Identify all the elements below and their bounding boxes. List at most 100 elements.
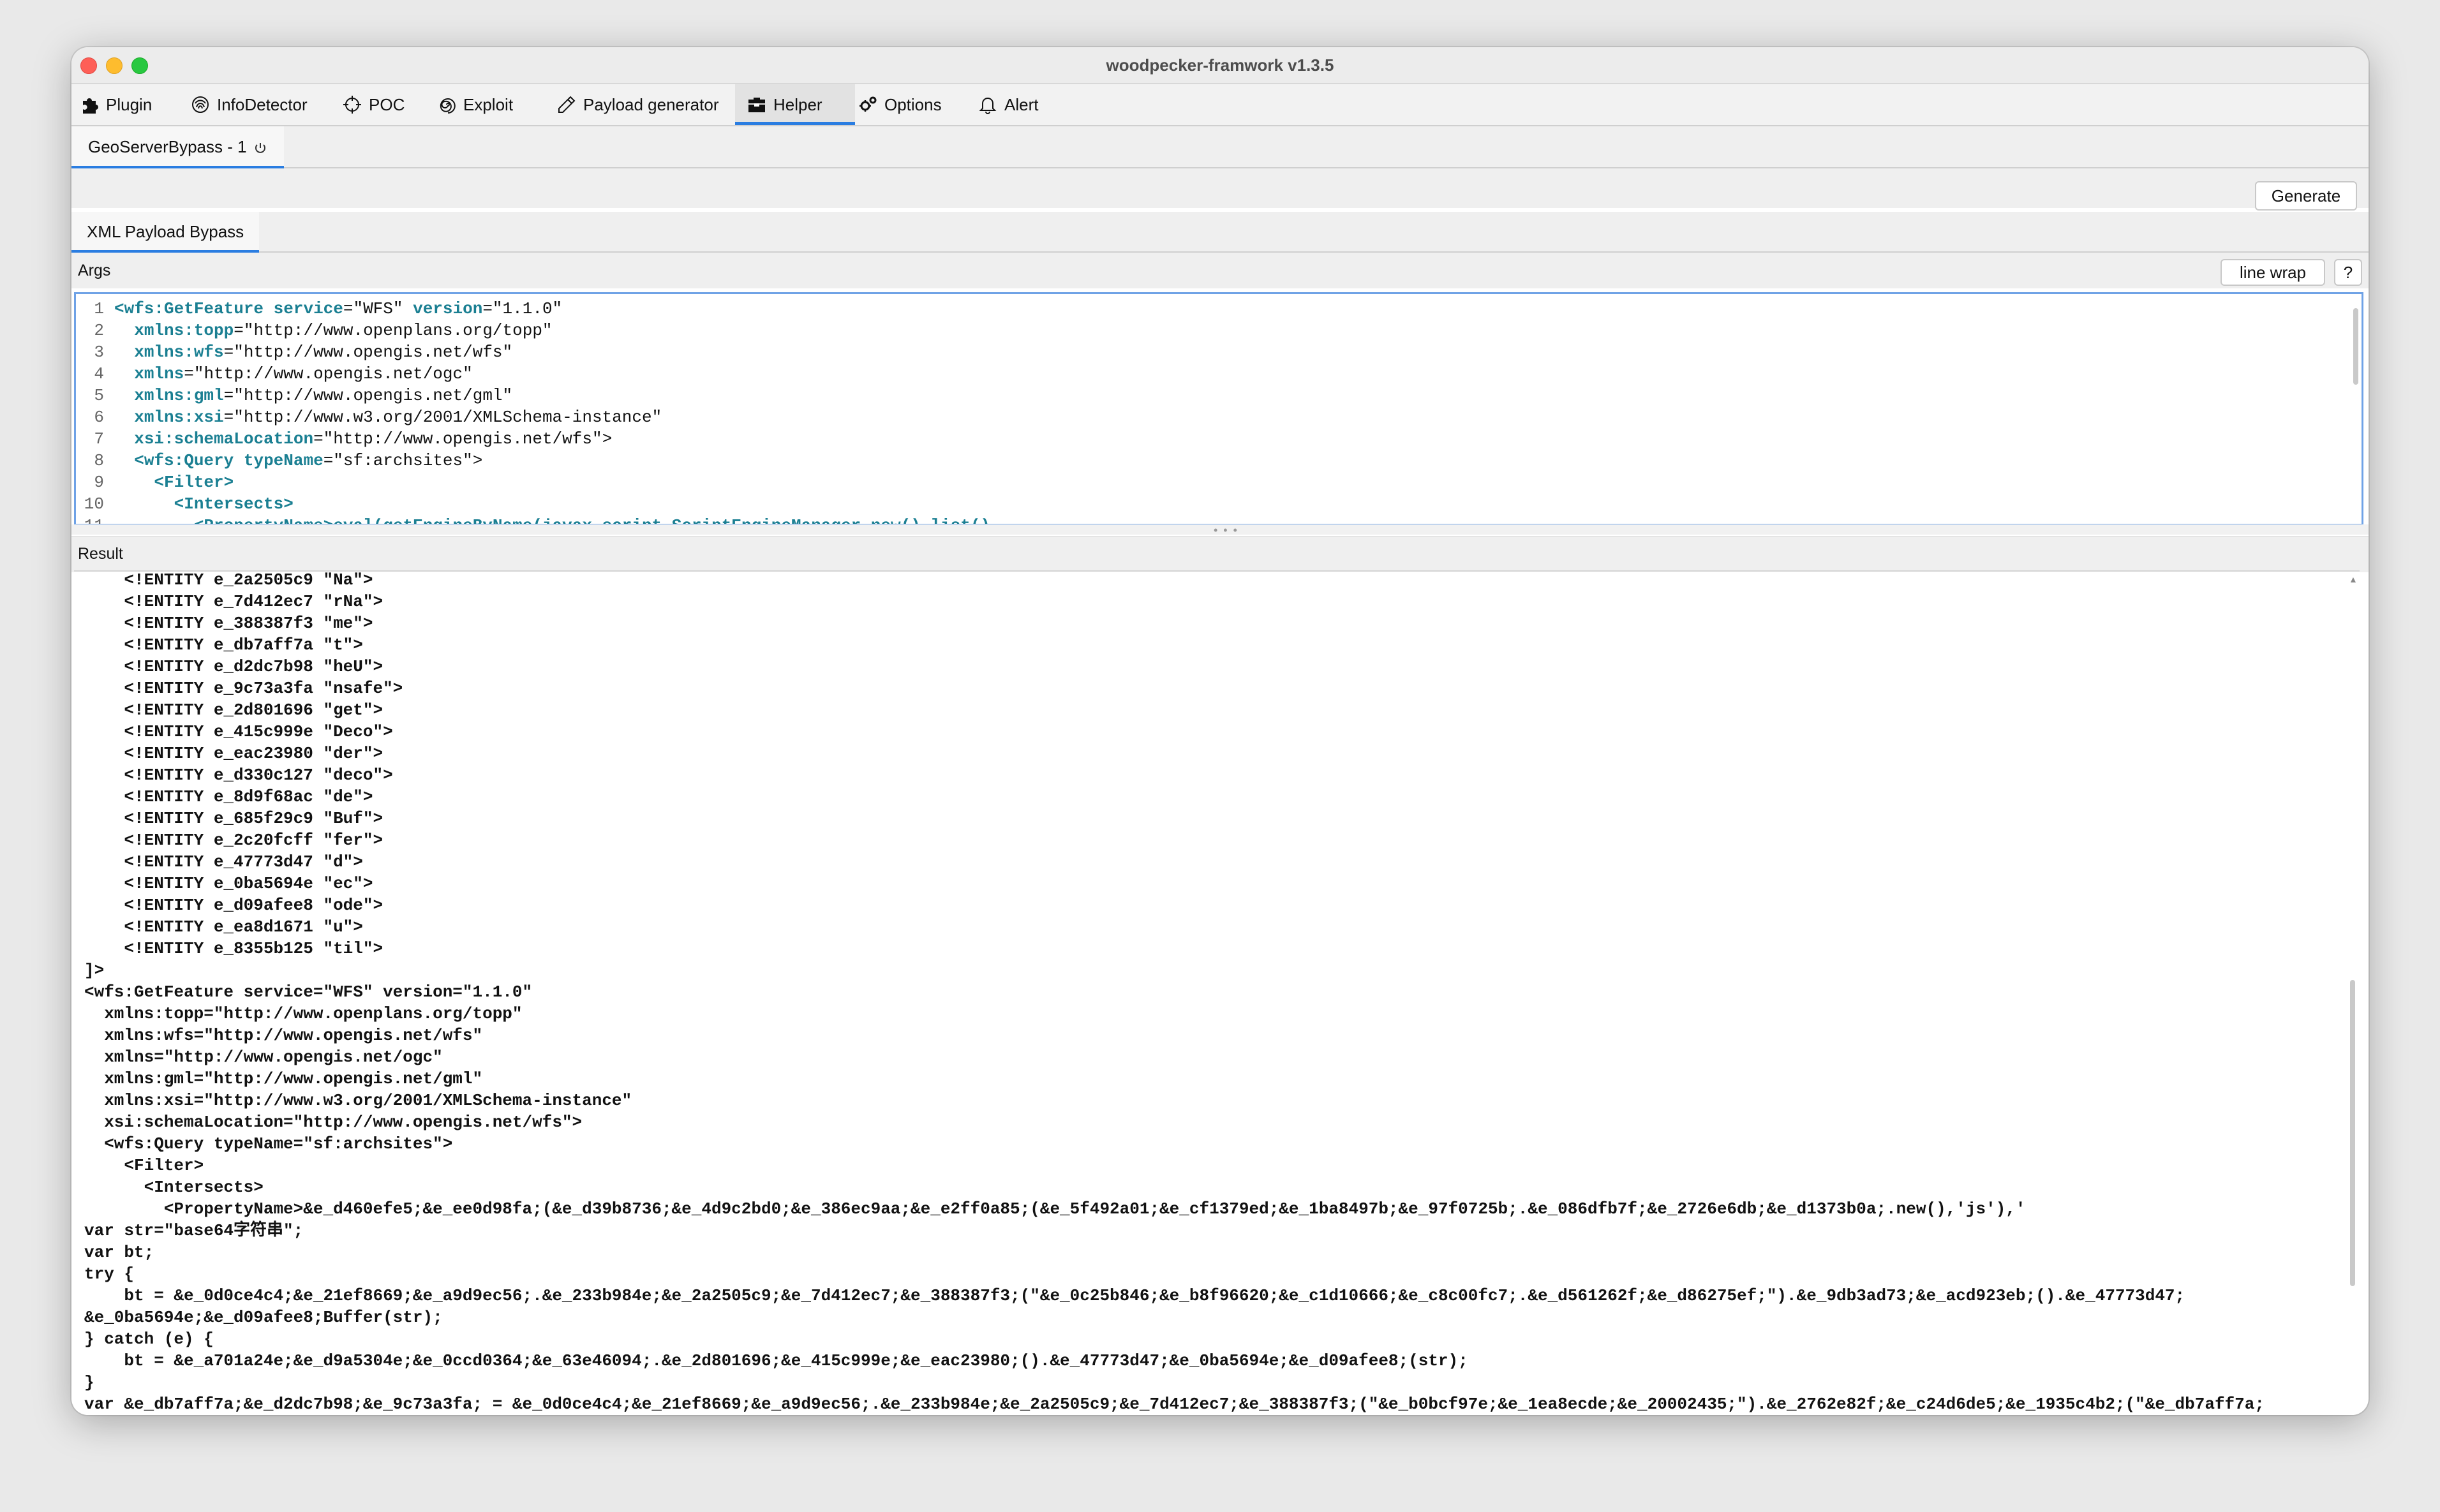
line-number: 5	[94, 386, 104, 405]
result-line: xmlns:gml="http://www.opengis.net/gml"	[84, 1069, 483, 1088]
line-number: 10	[84, 494, 104, 514]
result-line: var bt;	[84, 1243, 154, 1262]
menu-poc[interactable]: POC	[342, 84, 411, 125]
menu-exploit[interactable]: Exploit	[436, 84, 532, 125]
helper-tab-bar: XML Payload Bypass	[71, 212, 2369, 253]
result-line: <wfs:Query typeName="sf:archsites">	[84, 1134, 453, 1153]
menu-helper-label: Helper	[773, 94, 822, 114]
tab-geoserverbypass-label: GeoServerBypass - 1	[88, 137, 247, 156]
editor-line: 8 <wfs:Query typeName="sf:archsites">	[76, 450, 2362, 471]
result-label: Result	[78, 545, 123, 563]
menu-payload-generator-label: Payload generator	[583, 94, 719, 114]
code-text: <Filter>	[154, 473, 234, 492]
gears-icon	[858, 94, 878, 115]
result-line: }	[84, 1373, 94, 1392]
result-line: <!ENTITY e_db7aff7a "t">	[84, 635, 363, 655]
line-number: 2	[94, 321, 104, 340]
result-line: &e_0ba5694e;&e_d09afee8;Buffer(str);	[84, 1308, 443, 1327]
result-line: <!ENTITY e_7d412ec7 "rNa">	[84, 592, 383, 611]
line-number: 8	[94, 451, 104, 470]
editor-line: 7 xsi:schemaLocation="http://www.opengis…	[76, 428, 2362, 450]
result-line: xmlns="http://www.opengis.net/ogc"	[84, 1048, 443, 1067]
toolbar	[71, 168, 2369, 208]
result-line: xmlns:wfs="http://www.opengis.net/wfs"	[84, 1026, 483, 1045]
result-line: <!ENTITY e_8355b125 "til">	[84, 939, 383, 958]
result-line: <!ENTITY e_9c73a3fa "nsafe">	[84, 679, 403, 698]
result-output[interactable]: <!ENTITY e_2a2505c9 "Na"> <!ENTITY e_7d4…	[74, 570, 2360, 1415]
result-line: xmlns:topp="http://www.openplans.org/top…	[84, 1004, 523, 1023]
bell-icon	[978, 94, 998, 115]
result-code-lines: <!ENTITY e_2a2505c9 "Na"> <!ENTITY e_7d4…	[84, 570, 2334, 1415]
result-line: } catch (e) {	[84, 1330, 214, 1349]
result-line: var str="base64字符串";	[84, 1221, 304, 1240]
result-line: <!ENTITY e_685f29c9 "Buf">	[84, 809, 383, 828]
line-number: 6	[94, 408, 104, 427]
menu-options[interactable]: Options	[858, 84, 953, 125]
menu-plugin[interactable]: Plugin	[79, 84, 158, 125]
result-line: <!ENTITY e_47773d47 "d">	[84, 852, 363, 871]
code-text: xsi:schemaLocation="http://www.opengis.n…	[134, 429, 613, 448]
generate-button[interactable]: Generate	[2255, 181, 2357, 211]
menu-helper[interactable]: Helper	[735, 84, 855, 125]
menu-poc-label: POC	[369, 94, 405, 114]
code-text: xmlns:topp="http://www.openplans.org/top…	[134, 321, 553, 340]
result-line: ]>	[84, 961, 105, 980]
result-line: <!ENTITY e_2d801696 "get">	[84, 700, 383, 720]
result-line: <Intersects>	[84, 1178, 264, 1197]
menu-plugin-label: Plugin	[106, 94, 152, 114]
menu-exploit-label: Exploit	[463, 94, 514, 114]
window-title: woodpecker-framwork v1.3.5	[1106, 56, 1334, 75]
result-line: bt = &e_0d0ce4c4;&e_21ef8669;&e_a9d9ec56…	[84, 1286, 2185, 1305]
args-label: Args	[78, 262, 111, 279]
result-line: <!ENTITY e_d2dc7b98 "heU">	[84, 657, 383, 676]
args-editor[interactable]: 1 <wfs:GetFeature service="WFS" version="…	[74, 292, 2363, 526]
editor-line: 5 xmlns:gml="http://www.opengis.net/gml"	[76, 385, 2362, 406]
code-text: <wfs:Query typeName="sf:archsites">	[134, 451, 483, 470]
result-line: xsi:schemaLocation="http://www.opengis.n…	[84, 1113, 583, 1132]
menu-payload-generator[interactable]: Payload generator	[556, 84, 741, 125]
result-line: <!ENTITY e_ea8d1671 "u">	[84, 917, 363, 937]
result-line: <PropertyName>&e_d460efe5;&e_ee0d98fa;(&…	[84, 1199, 2026, 1219]
scroll-up-arrow-icon[interactable]: ▲	[2349, 574, 2358, 584]
crosshair-icon	[342, 94, 362, 115]
result-line: <Filter>	[84, 1156, 204, 1175]
pen-icon	[556, 94, 577, 115]
result-header	[71, 536, 2369, 572]
tab-xml-payload-bypass[interactable]: XML Payload Bypass	[71, 212, 260, 253]
menu-alert[interactable]: Alert	[978, 84, 1048, 125]
result-line: var &e_db7aff7a;&e_d2dc7b98;&e_9c73a3fa;…	[84, 1395, 2265, 1414]
main-menu-bar: Plugin InfoDetector POC Exploit Payload …	[71, 84, 2369, 126]
result-line: try {	[84, 1264, 135, 1284]
result-line: <!ENTITY e_2c20fcff "fer">	[84, 831, 383, 850]
editor-line: 9 <Filter>	[76, 471, 2362, 493]
code-text: xmlns:wfs="http://www.opengis.net/wfs"	[134, 343, 513, 362]
code-text: xmlns="http://www.opengis.net/ogc"	[134, 364, 473, 383]
menu-infodetector-label: InfoDetector	[217, 94, 308, 114]
toolbox-icon	[747, 94, 767, 115]
result-line: <!ENTITY e_388387f3 "me">	[84, 614, 373, 633]
pane-splitter[interactable]: • • •	[71, 524, 2369, 536]
menu-infodetector[interactable]: InfoDetector	[190, 84, 318, 125]
code-text: <Intersects>	[174, 494, 294, 514]
code-text: xmlns:gml="http://www.opengis.net/gml"	[134, 386, 513, 405]
line-wrap-button[interactable]: line wrap	[2221, 259, 2325, 286]
editor-line: 2 xmlns:topp="http://www.openplans.org/t…	[76, 320, 2362, 341]
fingerprint-icon	[190, 94, 211, 115]
help-button[interactable]: ?	[2334, 259, 2362, 286]
puzzle-icon	[79, 94, 100, 115]
line-number: 9	[94, 473, 104, 492]
app-window: woodpecker-framwork v1.3.5 Plugin InfoDe…	[71, 47, 2369, 1415]
args-scrollbar[interactable]	[2351, 299, 2360, 516]
result-line: <!ENTITY e_eac23980 "der">	[84, 744, 383, 763]
result-line: <!ENTITY e_2a2505c9 "Na">	[84, 570, 373, 589]
spiral-icon	[436, 94, 457, 115]
power-icon[interactable]	[253, 140, 267, 154]
line-number: 7	[94, 429, 104, 448]
editor-line: 6 xmlns:xsi="http://www.w3.org/2001/XMLS…	[76, 406, 2362, 428]
result-scrollbar[interactable]: ▲	[2347, 572, 2358, 1415]
tab-geoserverbypass[interactable]: GeoServerBypass - 1	[71, 126, 284, 168]
title-bar: woodpecker-framwork v1.3.5	[71, 47, 2369, 84]
line-number: 4	[94, 364, 104, 383]
result-line: <!ENTITY e_d09afee8 "ode">	[84, 896, 383, 915]
result-line: xmlns:xsi="http://www.w3.org/2001/XMLSch…	[84, 1091, 632, 1110]
